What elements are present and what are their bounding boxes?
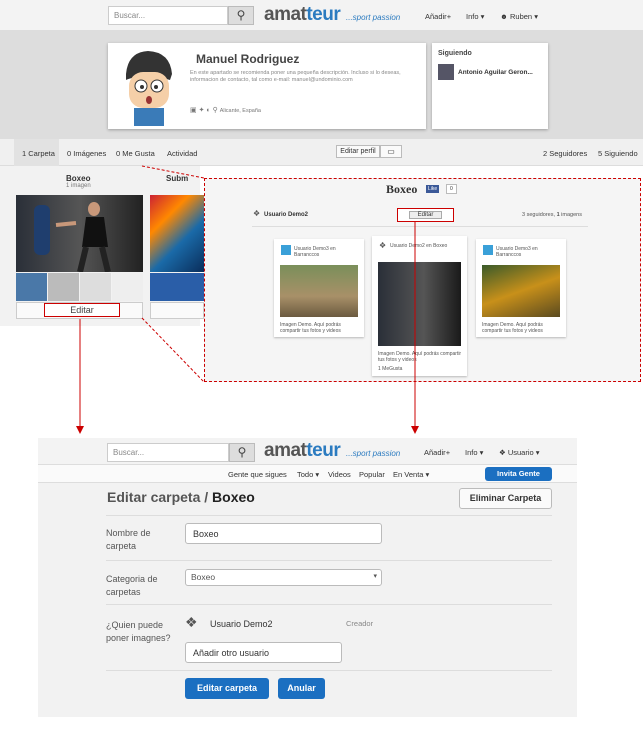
chevron-down-icon: ▾	[315, 470, 320, 479]
delete-folder-button[interactable]: Eliminar Carpeta	[459, 488, 552, 509]
divider	[106, 515, 552, 516]
dragon-icon: ❖	[185, 614, 198, 630]
divider	[106, 560, 552, 561]
subnav-todo[interactable]: Todo ▾	[297, 470, 319, 479]
add-menu-2[interactable]: Añadir+	[424, 448, 450, 457]
search-input-2[interactable]: Buscar...	[107, 443, 229, 462]
dragon-icon: ❖	[499, 448, 506, 457]
user-menu-2[interactable]: ❖ Usuario ▾	[499, 448, 540, 457]
owner-name: Usuario Demo2	[210, 619, 273, 629]
info-menu-2[interactable]: Info ▾	[465, 448, 483, 457]
chevron-down-icon: ▾	[479, 448, 484, 457]
chevron-down-icon: ▾	[535, 448, 540, 457]
search-button-2[interactable]: ⚲	[229, 443, 255, 462]
owner-role: Creador	[346, 619, 374, 628]
chevron-down-icon: ▾	[373, 573, 377, 580]
folder-name-label: Nombre de carpeta	[106, 528, 151, 551]
folder-name-input[interactable]: Boxeo	[185, 523, 382, 544]
submit-edit-folder-button[interactable]: Editar carpeta	[185, 678, 269, 699]
divider	[106, 670, 552, 671]
category-label: Categoria de carpetas	[106, 574, 158, 597]
invite-button[interactable]: Invita Gente	[485, 467, 552, 481]
subnav-venta[interactable]: En Venta ▾	[393, 470, 429, 479]
chevron-down-icon: ▾	[425, 470, 430, 479]
add-user-input[interactable]: Añadir otro usuario	[185, 642, 342, 663]
subnav-popular[interactable]: Popular	[359, 470, 385, 479]
app-logo-2[interactable]: amatteur	[264, 440, 341, 462]
logo-tagline-2: ...sport passion	[346, 449, 401, 458]
subnav-videos[interactable]: Videos	[328, 470, 351, 479]
subnav-gente[interactable]: Gente que sigues	[228, 470, 287, 479]
permissions-label: ¿Quien puede poner imagnes?	[106, 620, 171, 643]
category-select[interactable]: Boxeo ▾	[185, 569, 382, 586]
cancel-button[interactable]: Anular	[278, 678, 325, 699]
divider	[106, 604, 552, 605]
search-icon: ⚲	[237, 445, 247, 459]
page-title: Editar carpeta / Boxeo	[107, 489, 255, 505]
